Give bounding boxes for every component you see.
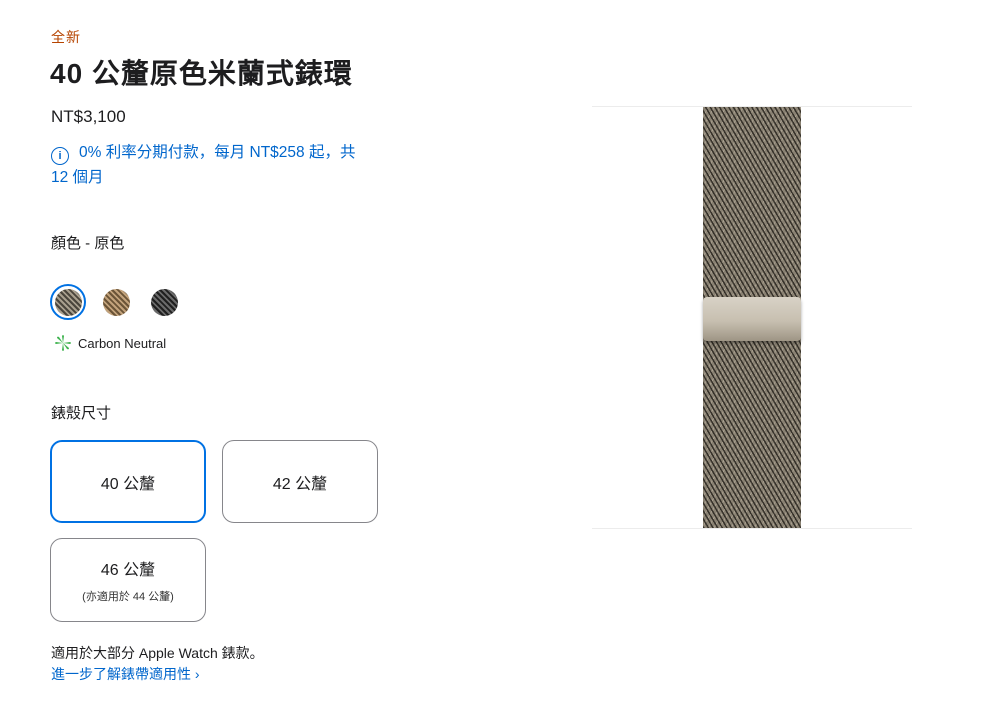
swatch-slate-fill [150,288,178,316]
size-option-label: 46 公釐 [100,562,156,579]
financing-text-line2: 12 個月 [51,169,104,186]
product-title: 40 公釐原色米蘭式錶環 [50,58,353,89]
size-option-46mm[interactable]: 46 公釐 (亦適用於 44 公釐) [50,538,206,622]
size-option-sublabel: (亦適用於 44 公釐) [82,591,174,603]
size-option-label: 42 公釐 [272,475,328,493]
swatch-gold-fill [102,288,130,316]
carbon-neutral: Carbon Neutral [53,333,166,353]
financing-text-line1: 0% 利率分期付款，每月 NT$258 起，共 [79,144,356,161]
size-option-label: 40 公釐 [100,475,156,493]
learn-more-label: 進一步了解錶帶適用性 [51,666,191,682]
swatch-slate[interactable] [146,284,182,320]
color-swatches [50,284,182,320]
swatch-gold[interactable] [98,284,134,320]
new-badge: 全新 [51,29,81,45]
swatch-natural[interactable] [50,284,86,320]
compatibility-note: 適用於大部分 Apple Watch 錶款。 [51,645,264,661]
financing-info[interactable]: i 0% 利率分期付款，每月 NT$258 起，共 12 個月 [51,140,371,190]
size-option-42mm[interactable]: 42 公釐 [222,440,378,523]
band-clasp [703,297,801,341]
learn-more-link[interactable]: 進一步了解錶帶適用性 › [51,664,200,684]
size-option-40mm[interactable]: 40 公釐 [50,440,206,523]
leaf-icon [55,335,71,351]
color-label: 顏色 - 原色 [51,235,125,252]
product-price: NT$3,100 [51,107,126,126]
info-icon: i [51,147,69,165]
case-size-label: 錶殼尺寸 [51,405,112,422]
carbon-neutral-label: Carbon Neutral [78,335,167,351]
swatch-natural-fill [54,288,82,316]
product-image [592,106,912,529]
chevron-right-icon: › [194,666,200,682]
